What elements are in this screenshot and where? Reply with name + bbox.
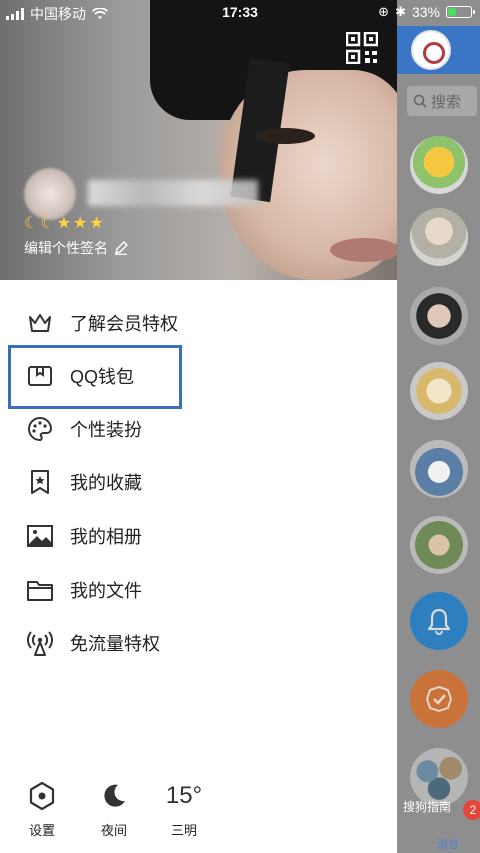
- antenna-icon: [27, 631, 53, 656]
- highlight-annotation-box: [8, 345, 182, 409]
- photo-lips: [330, 238, 397, 262]
- nickname-blurred: [88, 180, 258, 206]
- star-icon: ★: [73, 215, 88, 232]
- chat-avatar[interactable]: [410, 362, 468, 420]
- chat-avatar[interactable]: [410, 440, 468, 498]
- chat-avatar[interactable]: [410, 208, 468, 266]
- menu-item-vip[interactable]: 了解会员特权: [0, 300, 397, 346]
- tab-messages[interactable]: 消息: [437, 836, 459, 852]
- qr-code-icon[interactable]: [346, 32, 378, 64]
- temperature: 15°: [165, 782, 203, 809]
- menu-item-theme[interactable]: 个性装扮: [0, 406, 397, 452]
- unread-badge: 2: [463, 800, 480, 820]
- chat-avatar[interactable]: [410, 516, 468, 574]
- folder-icon: [27, 581, 53, 601]
- star-icon: ★: [56, 215, 72, 232]
- menu-item-favorites[interactable]: 我的收藏: [0, 459, 397, 505]
- header-avatar[interactable]: [411, 30, 451, 70]
- city-label: 三明: [170, 823, 197, 838]
- battery-icon: [446, 6, 475, 18]
- crown-icon: [29, 314, 51, 332]
- orientation-lock-icon: ⊕: [378, 4, 390, 19]
- photo-icon: [27, 525, 53, 547]
- status-right: ⊕ ✱ 33%: [378, 4, 475, 20]
- star-icon: ★: [89, 215, 104, 232]
- menu-item-free-data[interactable]: 免流量特权: [0, 620, 397, 666]
- menu-item-label: 我的收藏: [70, 473, 142, 493]
- moon-icon: ☾: [40, 215, 55, 232]
- battery-percent: 33%: [411, 4, 440, 20]
- menu-item-label: 个性装扮: [70, 420, 142, 440]
- menu-item-label: 我的文件: [70, 581, 142, 601]
- bluetooth-icon: ✱: [395, 4, 406, 19]
- notification-chat[interactable]: [410, 592, 468, 650]
- palette-icon: [28, 416, 53, 442]
- level-badges[interactable]: ☾ ☾ ★ ★ ★: [24, 213, 104, 233]
- menu-item-files[interactable]: 我的文件: [0, 567, 397, 613]
- search-bar[interactable]: 搜索: [407, 86, 477, 116]
- settings-label: 设置: [28, 823, 55, 838]
- chat-avatar[interactable]: [410, 287, 468, 345]
- search-icon: [413, 94, 427, 108]
- moon-icon: [104, 784, 125, 807]
- night-label: 夜间: [100, 823, 127, 838]
- menu-item-label: 了解会员特权: [70, 314, 178, 334]
- moon-icon: ☾: [24, 215, 39, 232]
- service-chat[interactable]: [410, 670, 468, 728]
- pencil-icon: [114, 241, 128, 255]
- drawer-bottom-bar: 设置 夜间 15° 三明: [0, 780, 397, 850]
- check-badge-icon: [425, 685, 453, 713]
- menu-item-album[interactable]: 我的相册: [0, 513, 397, 559]
- settings-hexagon-icon: [29, 781, 55, 811]
- menu-item-label: 我的相册: [70, 527, 142, 547]
- photo-eye: [255, 128, 315, 144]
- chat-list-dimmed[interactable]: 搜索 搜狗指南 2 消息: [397, 0, 480, 853]
- search-placeholder: 搜索: [431, 93, 462, 111]
- menu-item-label: 免流量特权: [70, 634, 160, 654]
- settings-button[interactable]: 设置: [12, 780, 72, 839]
- bookmark-star-icon: [31, 470, 49, 494]
- status-bar: 中国移动 17:33 ⊕ ✱ 33%: [0, 0, 480, 26]
- edit-signature-button[interactable]: 编辑个性签名: [24, 238, 128, 258]
- bell-icon: [427, 608, 451, 635]
- signature-label: 编辑个性签名: [24, 240, 108, 256]
- chat-avatar[interactable]: [410, 136, 468, 194]
- night-mode-button[interactable]: 夜间: [84, 780, 144, 839]
- weather-button[interactable]: 15° 三明: [154, 780, 214, 839]
